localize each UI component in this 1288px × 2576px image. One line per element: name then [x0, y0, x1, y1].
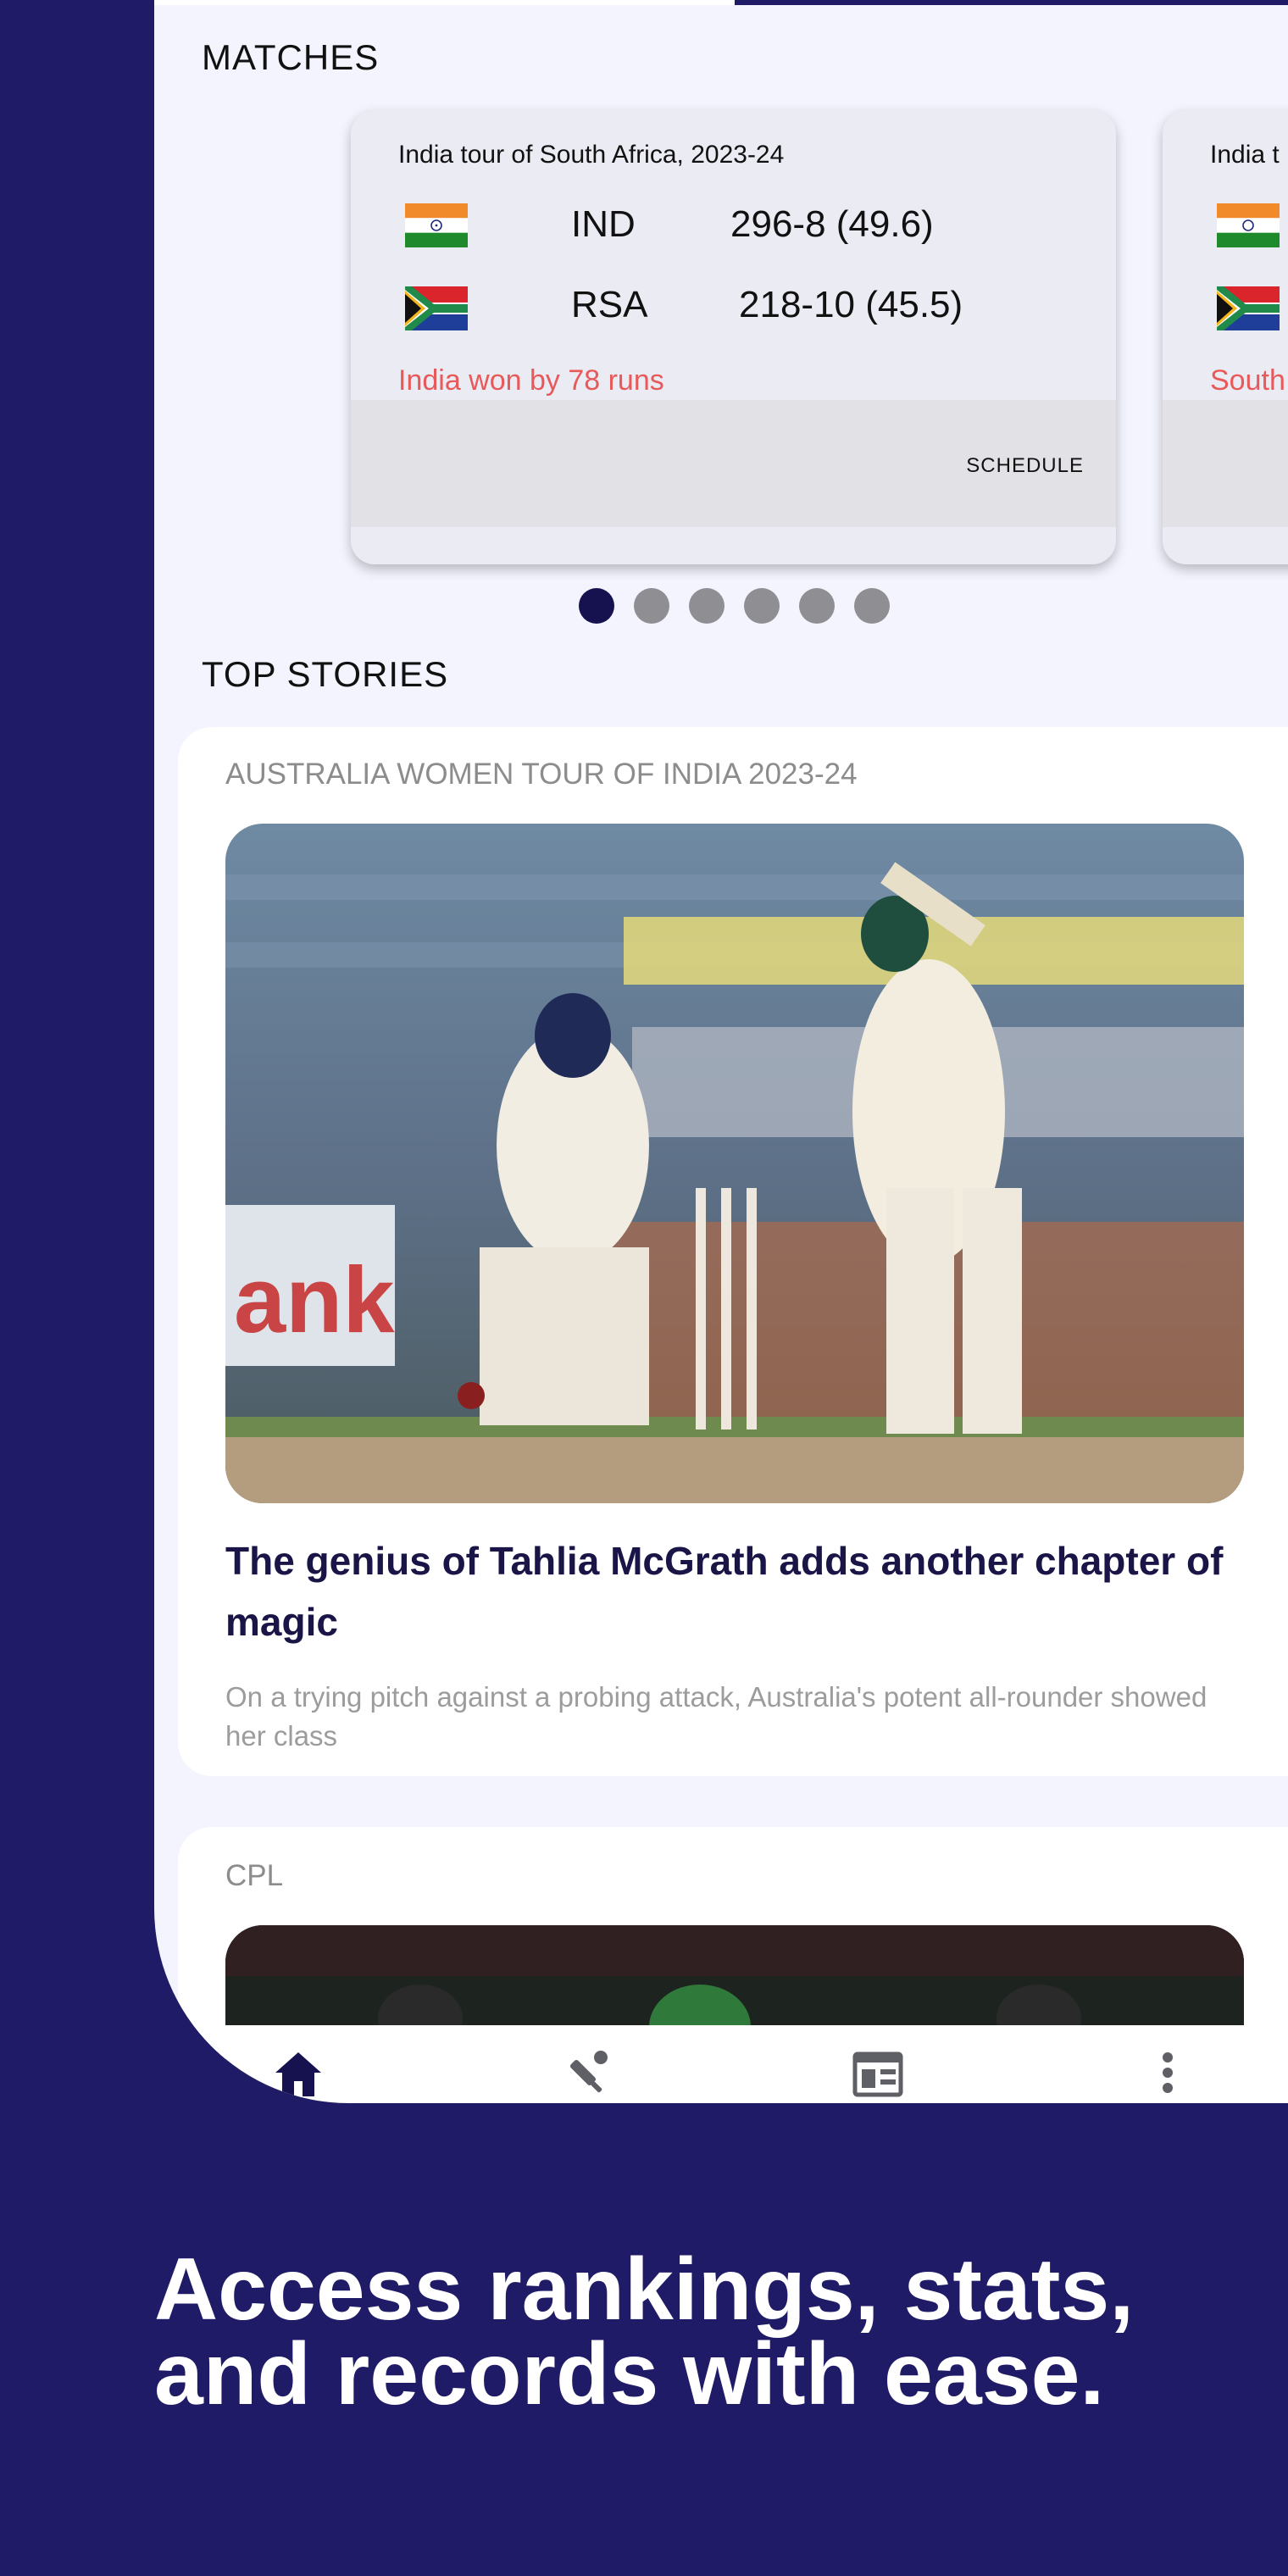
- top-stories-section-title: TOP STORIES: [202, 654, 449, 694]
- match-result: India won by 78 runs: [398, 364, 664, 397]
- story-category: AUSTRALIA WOMEN TOUR OF INDIA 2023-24: [225, 758, 858, 791]
- match-result: South: [1210, 364, 1285, 397]
- pagination-dot[interactable]: [799, 588, 835, 624]
- more-icon[interactable]: [1141, 2047, 1195, 2098]
- story-headline[interactable]: The genius of Tahlia McGrath adds anothe…: [225, 1530, 1242, 1652]
- schedule-button[interactable]: SCHEDULE: [966, 454, 1084, 478]
- story-card[interactable]: AUSTRALIA WOMEN TOUR OF INDIA 2023-24 an…: [178, 727, 1288, 1776]
- team2-score: 218-10 (45.5): [739, 284, 963, 325]
- south-africa-flag-icon: [405, 286, 468, 330]
- svg-text:ank: ank: [234, 1248, 395, 1352]
- team1-name: IND: [571, 203, 636, 245]
- home-icon[interactable]: [271, 2047, 325, 2098]
- news-icon[interactable]: [851, 2047, 905, 2098]
- pagination-dot[interactable]: [744, 588, 780, 624]
- india-flag-icon: [1217, 203, 1280, 247]
- top-status-strip: [154, 0, 1288, 5]
- cricket-batter-photo[interactable]: ank: [225, 824, 1244, 1503]
- south-africa-flag-icon: [1217, 286, 1280, 330]
- pagination-dot[interactable]: [634, 588, 669, 624]
- cricket-bat-icon[interactable]: [561, 2047, 615, 2098]
- match-card[interactable]: India t South: [1163, 110, 1288, 564]
- pagination-dot[interactable]: [689, 588, 724, 624]
- phone-screen: MATCHES India tour of South Africa, 2023…: [154, 0, 1288, 2103]
- pagination-dot-active[interactable]: [579, 588, 614, 624]
- promo-tagline: Access rankings, stats, and records with…: [154, 2240, 1135, 2423]
- match-card-footer: [1163, 400, 1288, 527]
- match-card[interactable]: India tour of South Africa, 2023-24 IND …: [351, 110, 1116, 564]
- story-category: CPL: [225, 1859, 284, 1892]
- match-card-footer: SCHEDULE: [351, 400, 1116, 527]
- team1-score: 296-8 (49.6): [730, 203, 934, 245]
- pagination-dot[interactable]: [854, 588, 890, 624]
- matches-section-title: MATCHES: [202, 37, 380, 77]
- bottom-navigation: [154, 2025, 1288, 2103]
- match-series-title: India tour of South Africa, 2023-24: [398, 141, 785, 169]
- team2-name: RSA: [571, 284, 648, 325]
- india-flag-icon: [405, 203, 468, 247]
- story-summary: On a trying pitch against a probing atta…: [225, 1681, 1208, 1752]
- top-accent-bar: [735, 0, 1288, 5]
- match-series-title: India t: [1210, 141, 1280, 169]
